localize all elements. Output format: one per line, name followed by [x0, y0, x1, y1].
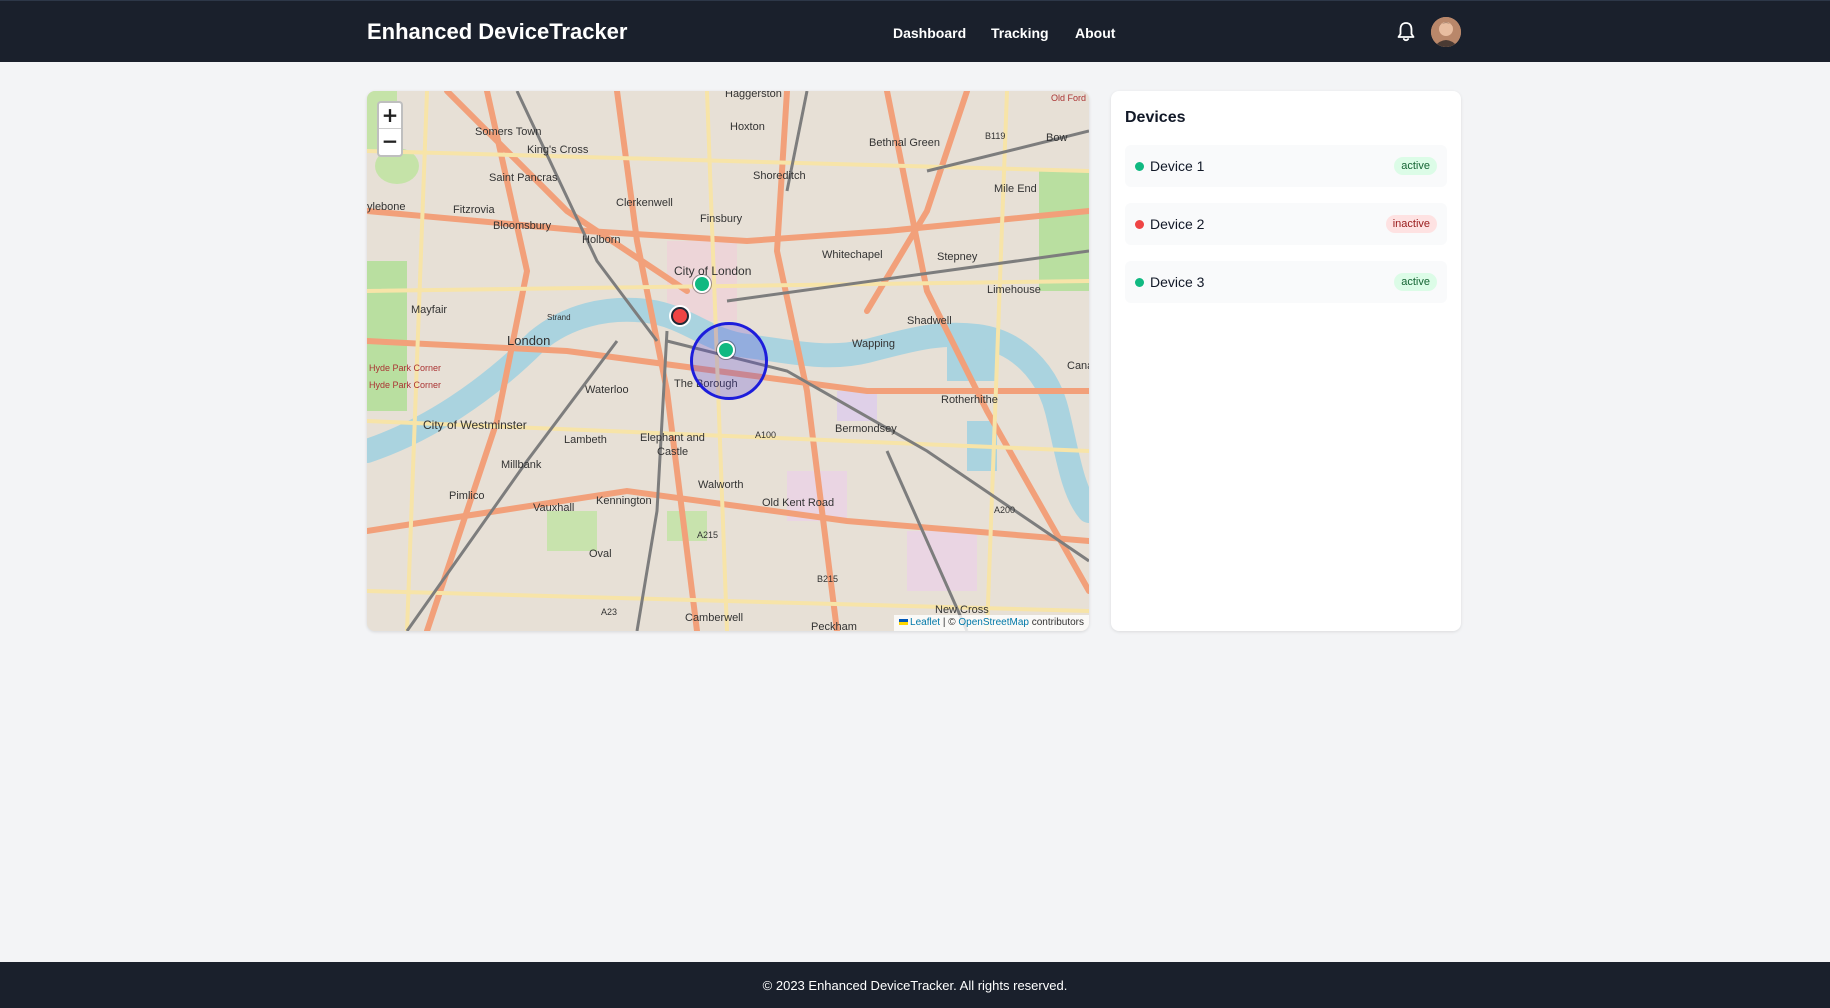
device-item-2[interactable]: Device 2 inactive	[1125, 203, 1447, 245]
nav-dashboard[interactable]: Dashboard	[893, 25, 966, 41]
map-label: ylebone	[367, 201, 406, 213]
map-label: Cana	[1067, 360, 1089, 372]
map-label: Camberwell	[685, 612, 743, 624]
map-label: Old Ford	[1051, 93, 1086, 103]
nav-about[interactable]: About	[1075, 25, 1115, 41]
status-badge: active	[1394, 157, 1437, 175]
leaflet-link[interactable]: Leaflet	[910, 617, 940, 628]
map-label: Bow	[1046, 132, 1067, 144]
map-label: Somers Town	[475, 126, 541, 138]
map-label: Limehouse	[987, 284, 1041, 296]
map-label: Kennington	[596, 495, 652, 507]
map-label: Fitzrovia	[453, 204, 495, 216]
device-marker-2[interactable]	[671, 307, 689, 325]
map-label: Old Kent Road	[762, 497, 834, 509]
device-name: Device 2	[1150, 216, 1205, 232]
device-marker-3[interactable]	[717, 341, 735, 359]
zoom-control: + −	[377, 101, 403, 157]
map-label: Bethnal Green	[869, 137, 940, 149]
map-label: Hyde Park Corner	[369, 380, 441, 390]
nav-tracking[interactable]: Tracking	[991, 25, 1049, 41]
map-label: Bermondsey	[835, 423, 897, 435]
map-label: Oval	[589, 548, 612, 560]
zoom-in-button[interactable]: +	[379, 103, 401, 129]
status-dot	[1135, 278, 1144, 287]
devices-panel: Devices Device 1 active Device 2 inactiv…	[1111, 91, 1461, 631]
device-marker-1[interactable]	[693, 275, 711, 293]
map-label: Bloomsbury	[493, 220, 552, 232]
status-badge: inactive	[1385, 215, 1437, 233]
openstreetmap-link[interactable]: OpenStreetMap	[958, 617, 1029, 628]
footer: © 2023 Enhanced DeviceTracker. All right…	[0, 962, 1830, 1008]
device-map[interactable]: Haggerston Somers Town Hoxton King's Cro…	[367, 91, 1089, 631]
status-badge: active	[1394, 273, 1437, 291]
map-label: King's Cross	[527, 144, 589, 156]
map-label: A23	[601, 607, 617, 617]
map-label: Hoxton	[730, 121, 765, 133]
map-label: London	[507, 333, 550, 348]
map-label: Pimlico	[449, 490, 484, 502]
map-label: B215	[817, 574, 838, 584]
map-label: A100	[755, 430, 776, 440]
map-label: Strand	[547, 313, 571, 322]
map-label: A200	[994, 505, 1015, 515]
device-item-3[interactable]: Device 3 active	[1125, 261, 1447, 303]
map-label: Clerkenwell	[616, 197, 673, 209]
footer-copyright: © 2023 Enhanced DeviceTracker. All right…	[762, 978, 1068, 993]
status-dot	[1135, 162, 1144, 171]
map-label: A215	[697, 530, 718, 540]
map-label: B119	[985, 131, 1005, 141]
top-navbar: Enhanced DeviceTracker Dashboard Trackin…	[0, 0, 1830, 62]
ukraine-flag-icon	[899, 619, 909, 625]
map-label: Mile End	[994, 183, 1037, 195]
map-label: Walworth	[698, 479, 743, 491]
map-label: Shoreditch	[753, 170, 806, 182]
map-label: Vauxhall	[533, 502, 574, 514]
bell-icon[interactable]	[1396, 21, 1416, 43]
map-label: Whitechapel	[822, 249, 883, 261]
avatar[interactable]	[1431, 17, 1461, 47]
map-label: Stepney	[937, 251, 978, 263]
attribution-separator: | ©	[940, 617, 959, 628]
map-label: Rotherhithe	[941, 394, 998, 406]
device-name: Device 3	[1150, 274, 1205, 290]
map-label: Peckham	[811, 621, 857, 631]
map-label: Shadwell	[907, 315, 952, 327]
geofence-circle[interactable]	[690, 322, 768, 400]
map-label: City of Westminster	[423, 418, 527, 432]
map-attribution: Leaflet | © OpenStreetMap contributors	[894, 615, 1089, 631]
map-label: Lambeth	[564, 434, 607, 446]
map-label: Waterloo	[585, 384, 629, 396]
map-label: Millbank	[501, 459, 542, 471]
device-item-1[interactable]: Device 1 active	[1125, 145, 1447, 187]
map-label: City of London	[674, 264, 751, 278]
map-label: Haggerston	[725, 91, 782, 100]
map-label: Elephant and	[640, 432, 705, 444]
attribution-suffix: contributors	[1028, 617, 1084, 628]
zoom-out-button[interactable]: −	[379, 129, 401, 155]
brand-title[interactable]: Enhanced DeviceTracker	[367, 19, 627, 45]
map-label: Wapping	[852, 338, 895, 350]
map-label: Hyde Park Corner	[369, 363, 441, 373]
map-label: Saint Pancras	[489, 172, 558, 184]
status-dot	[1135, 220, 1144, 229]
device-name: Device 1	[1150, 158, 1205, 174]
map-label: Mayfair	[411, 304, 447, 316]
map-label: Finsbury	[700, 213, 743, 225]
map-label: Castle	[657, 446, 688, 458]
devices-title: Devices	[1125, 109, 1186, 126]
map-label: Holborn	[582, 234, 621, 246]
